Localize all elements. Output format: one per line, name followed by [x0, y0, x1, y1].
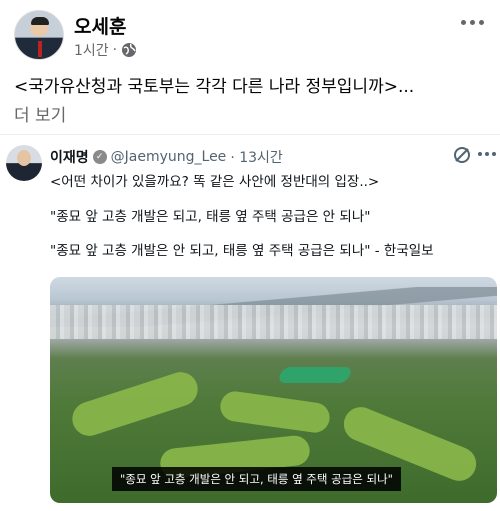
post-text: <국가유산청과 국토부는 각각 다른 나라 정부입니까>...: [14, 77, 415, 97]
avatar-hair: [31, 17, 49, 25]
tweet-handle[interactable]: @Jaemyung_Lee: [111, 149, 227, 165]
post-header: 오세훈 1시간 ·: [14, 10, 486, 62]
tweet-header: 이재명 ✓ @Jaemyung_Lee · 13시간: [50, 147, 283, 167]
tweet-text-line-1: <어떤 차이가 있을까요? 똑 같은 사안에 정반대의 입장..>: [50, 174, 380, 190]
see-more-link[interactable]: 더 보기: [14, 101, 66, 126]
tweet-more-icon[interactable]: [478, 152, 496, 156]
tweet-quote-1: "종묘 앞 고층 개발은 되고, 태릉 옆 주택 공급은 안 되나": [50, 209, 371, 225]
image-city: [50, 305, 497, 339]
avatar-tie: [38, 41, 42, 57]
image-pond: [277, 367, 353, 383]
grok-icon[interactable]: [452, 145, 472, 165]
verified-icon: ✓: [92, 150, 107, 164]
post-time[interactable]: 1시간: [74, 40, 109, 60]
post-meta: 1시간 ·: [74, 40, 137, 60]
more-icon[interactable]: [458, 14, 486, 30]
tweet-avatar[interactable]: [6, 145, 42, 181]
tweet-author-name[interactable]: 이재명: [50, 147, 89, 167]
tweet-image[interactable]: "종묘 앞 고층 개발은 안 되고, 태릉 옆 주택 공급은 되나": [50, 277, 497, 503]
image-fairway: [67, 367, 203, 441]
image-caption: "종묘 앞 고층 개발은 안 되고, 태릉 옆 주택 공급은 되나": [112, 467, 401, 491]
meta-separator: ·: [112, 42, 118, 58]
tweet-time: · 13시간: [230, 150, 283, 166]
author-name[interactable]: 오세훈: [74, 12, 126, 39]
image-fairway: [218, 389, 332, 435]
globe-icon[interactable]: [121, 42, 137, 58]
embedded-tweet[interactable]: 이재명 ✓ @Jaemyung_Lee · 13시간 <어떤 차이가 있을까요?…: [0, 134, 500, 511]
tweet-quote-2: "종묘 앞 고층 개발은 안 되고, 태릉 옆 주택 공급은 되나" - 한국일…: [50, 243, 434, 259]
avatar[interactable]: [14, 10, 64, 60]
